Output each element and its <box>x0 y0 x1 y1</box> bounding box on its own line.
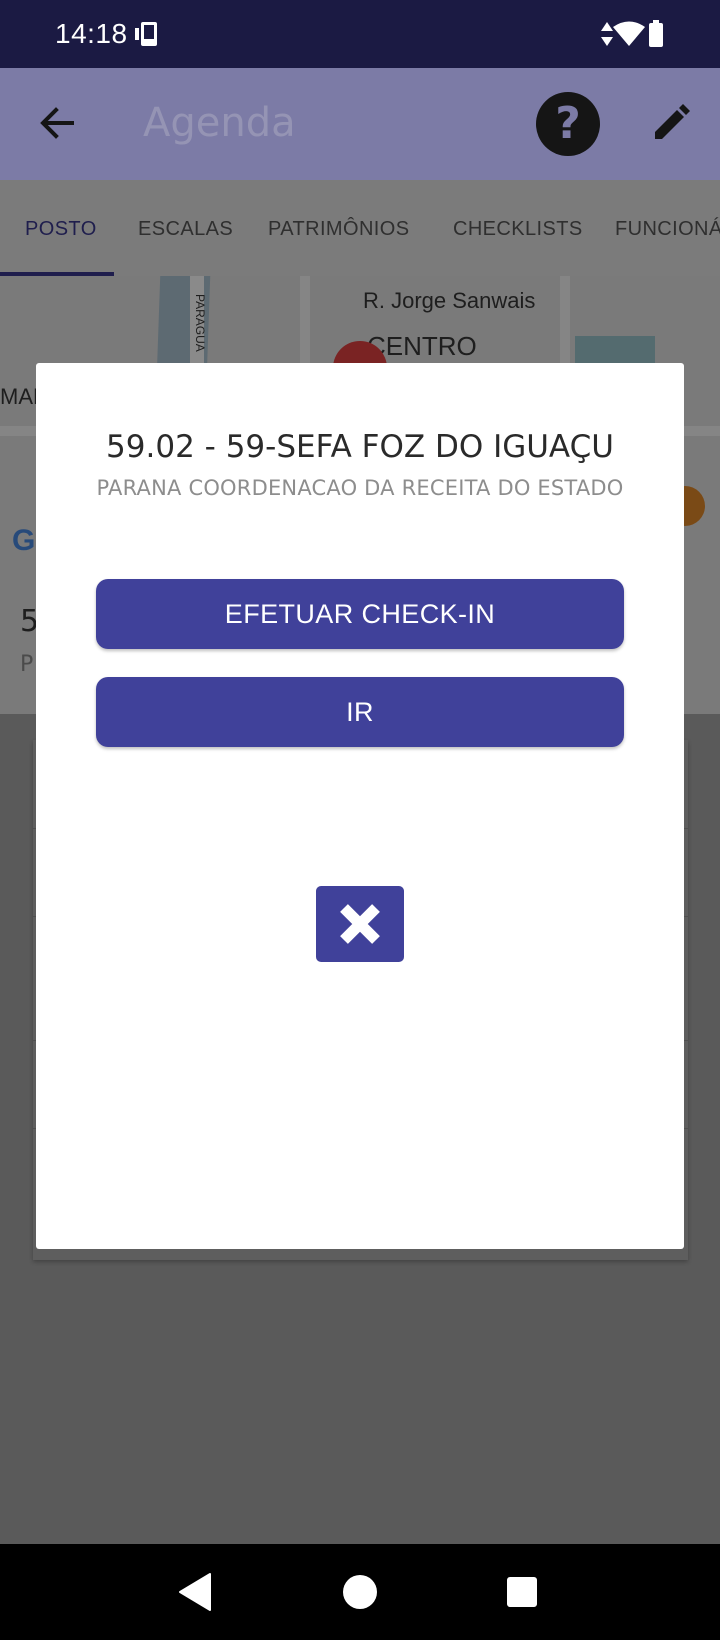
tab-funcionarios[interactable]: FUNCIONÁ <box>615 218 720 241</box>
app-bar-title: Agenda <box>143 100 296 146</box>
app-bar: Agenda ? <box>0 68 720 180</box>
help-circle-icon[interactable]: ? <box>536 92 600 156</box>
tab-checklists[interactable]: CHECKLISTS <box>453 218 583 241</box>
tab-bar: POSTO ESCALAS PATRIMÔNIOS CHECKLISTS FUN… <box>0 180 720 276</box>
close-x-icon <box>340 904 380 944</box>
posto-dialog: 59.02 - 59-SEFA FOZ DO IGUAÇU PARANA COO… <box>36 363 684 1249</box>
wifi-icon <box>612 20 646 52</box>
arrow-back-icon[interactable] <box>36 102 78 144</box>
device-icon <box>133 20 163 52</box>
map-label-street: R. Jorge Sanwais <box>363 288 536 313</box>
pencil-icon[interactable] <box>650 102 692 144</box>
tab-escalas[interactable]: ESCALAS <box>138 218 233 241</box>
system-nav-bar <box>0 1544 720 1640</box>
google-logo: G <box>12 524 36 557</box>
back-triangle-icon[interactable] <box>178 1572 212 1616</box>
posto-card-subtitle: P <box>20 652 34 677</box>
dialog-subtitle: PARANA COORDENACAO DA RECEITA DO ESTADO <box>96 476 624 500</box>
recents-square-icon[interactable] <box>506 1572 538 1616</box>
home-circle-icon[interactable] <box>342 1572 378 1616</box>
go-button[interactable]: IR <box>96 677 624 747</box>
status-bar: 14:18 <box>0 0 720 68</box>
dialog-title: 59.02 - 59-SEFA FOZ DO IGUAÇU <box>106 429 614 465</box>
status-time: 14:18 <box>55 18 128 49</box>
battery-icon <box>648 20 664 52</box>
tab-patrimonios[interactable]: PATRIMÔNIOS <box>268 218 409 241</box>
map-label-road: PARAGUA <box>193 294 207 352</box>
checkin-button[interactable]: EFETUAR CHECK-IN <box>96 579 624 649</box>
tab-posto[interactable]: POSTO <box>25 218 97 241</box>
close-button[interactable] <box>316 886 404 962</box>
